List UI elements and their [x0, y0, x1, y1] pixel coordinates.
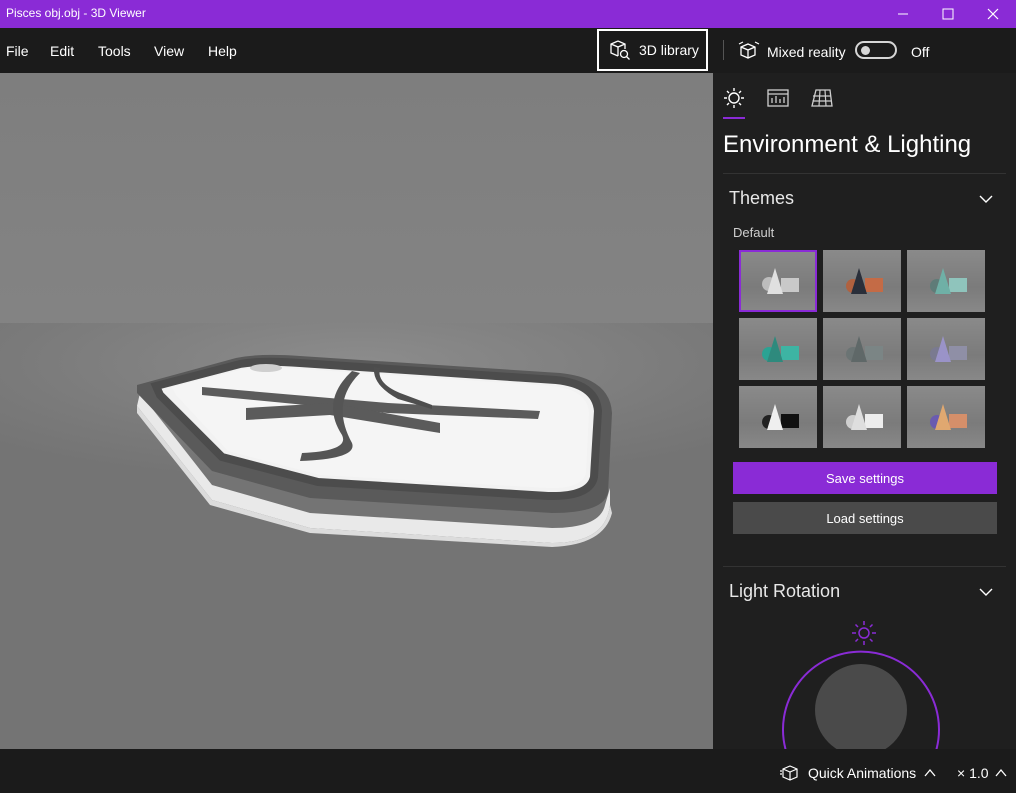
themes-section-title[interactable]: Themes	[729, 188, 794, 209]
status-bar: Quick Animations × 1.0	[0, 749, 1016, 793]
theme-preview-shapes	[846, 336, 883, 362]
menu-view[interactable]: View	[154, 43, 184, 59]
theme-preview-shapes	[930, 404, 967, 430]
maximize-icon	[942, 8, 954, 20]
menu-edit[interactable]: Edit	[50, 43, 74, 59]
3d-viewport[interactable]	[0, 73, 713, 749]
menu-file[interactable]: File	[6, 43, 29, 59]
3d-library-label: 3D library	[639, 42, 699, 58]
chevron-up-icon[interactable]	[924, 768, 936, 778]
theme-thumbnail-default[interactable]	[739, 250, 817, 312]
quick-animations-button[interactable]: Quick Animations	[808, 765, 916, 781]
theme-preview-shapes	[846, 404, 883, 430]
selected-theme-label: Default	[733, 225, 775, 240]
maximize-button[interactable]	[925, 0, 971, 28]
sun-icon[interactable]	[723, 87, 745, 109]
theme-thumbnail-4[interactable]	[739, 318, 817, 380]
chevron-down-icon[interactable]	[979, 585, 993, 599]
environment-panel: Environment & Lighting Themes Default Sa…	[713, 73, 1016, 749]
theme-preview-shapes	[762, 268, 799, 294]
theme-preview-shapes	[930, 268, 967, 294]
divider	[723, 173, 1006, 174]
theme-preview-shapes	[846, 268, 883, 294]
theme-grid	[739, 250, 987, 450]
grid-icon[interactable]	[811, 87, 833, 109]
chevron-up-icon[interactable]	[995, 768, 1007, 778]
minimize-button[interactable]	[880, 0, 926, 28]
title-bar: Pisces obj.obj - 3D Viewer	[0, 0, 1016, 28]
panel-title: Environment & Lighting	[723, 131, 972, 158]
menu-bar: File Edit Tools View Help 3D library Mix…	[0, 28, 1016, 73]
theme-thumbnail-8[interactable]	[823, 386, 901, 448]
theme-preview-shapes	[762, 336, 799, 362]
load-settings-button[interactable]: Load settings	[733, 502, 997, 534]
light-rotation-section-title[interactable]: Light Rotation	[729, 581, 840, 602]
theme-thumbnail-7[interactable]	[739, 386, 817, 448]
menu-help[interactable]: Help	[208, 43, 237, 59]
mixed-reality-label: Mixed reality	[767, 44, 846, 60]
mixed-reality-toggle[interactable]	[855, 41, 897, 59]
active-tab-indicator	[723, 117, 745, 119]
stats-icon[interactable]	[767, 87, 789, 109]
cube-search-icon	[610, 40, 630, 60]
zoom-level[interactable]: × 1.0	[957, 765, 989, 781]
mixed-reality-state: Off	[911, 44, 930, 60]
divider	[723, 566, 1006, 567]
save-settings-button[interactable]: Save settings	[733, 462, 997, 494]
3d-library-button[interactable]: 3D library	[597, 29, 708, 71]
theme-preview-shapes	[930, 336, 967, 362]
theme-preview-shapes	[762, 404, 799, 430]
theme-thumbnail-3[interactable]	[907, 250, 985, 312]
minimize-icon	[898, 13, 908, 15]
theme-thumbnail-6[interactable]	[907, 318, 985, 380]
animation-cube-icon	[780, 765, 798, 781]
mixed-reality-icon	[738, 41, 760, 59]
light-sun-icon[interactable]	[849, 618, 879, 648]
toolbar-divider	[723, 40, 724, 60]
menu-tools[interactable]: Tools	[98, 43, 131, 59]
theme-thumbnail-9[interactable]	[907, 386, 985, 448]
theme-thumbnail-5[interactable]	[823, 318, 901, 380]
toggle-knob	[861, 46, 870, 55]
close-icon	[987, 8, 999, 20]
close-button[interactable]	[970, 0, 1016, 28]
pisces-model	[137, 354, 612, 547]
window-title: Pisces obj.obj - 3D Viewer	[6, 6, 146, 20]
theme-thumbnail-2[interactable]	[823, 250, 901, 312]
chevron-down-icon[interactable]	[979, 192, 993, 206]
